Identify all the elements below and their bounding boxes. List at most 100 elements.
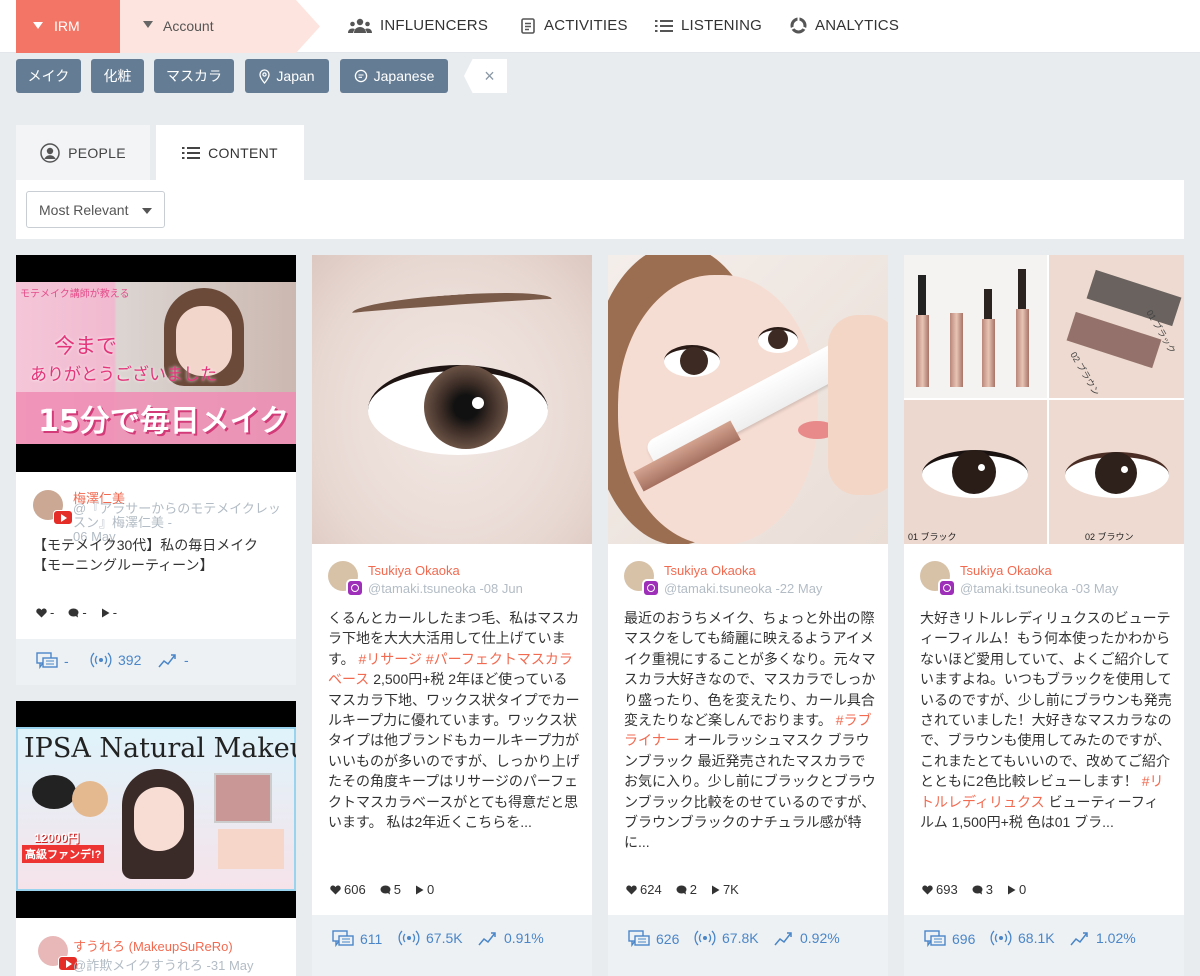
content-toolbar: [16, 180, 1184, 239]
comments-stat: 2: [676, 882, 697, 897]
likes-stat: -: [36, 605, 54, 620]
comment-icon: [972, 885, 983, 894]
play-icon: [101, 608, 110, 617]
eye-photo-brown: 02 ブラウン: [1049, 400, 1184, 544]
tab-label: PEOPLE: [68, 144, 126, 161]
close-icon: ×: [484, 66, 495, 86]
thumbnail-text: 高級ファンデ!?: [22, 845, 105, 863]
thumbnail-text: 今まで: [54, 334, 117, 358]
account-menu-button[interactable]: Account: [120, 0, 320, 53]
trend-icon: [158, 654, 176, 668]
clear-filters-button[interactable]: ×: [464, 59, 507, 93]
post-stats: 606 5 0: [330, 882, 434, 897]
image-label: 01 ブラック: [908, 532, 957, 542]
reach-metric: 392: [90, 652, 141, 668]
author-name[interactable]: すうれろ (MakeupSuReRo): [73, 936, 233, 955]
content-card[interactable]: 01 ブラック 02 ブラウン 01 ブラック 02 ブラウン Tsukiya …: [904, 255, 1184, 976]
play-icon: [415, 885, 424, 894]
nav-label: INFLUENCERS: [380, 17, 489, 34]
tag-label: Japan: [276, 68, 315, 84]
broadcast-icon: [90, 652, 112, 668]
thumbnail-text: 12000円: [34, 831, 80, 845]
comments-stat: 3: [972, 882, 993, 897]
post-image[interactable]: [312, 255, 592, 544]
swatch-label: 02 ブラウン: [1068, 350, 1102, 398]
post-stats: 693 3 0: [922, 882, 1026, 897]
mascara-tube-shape: [982, 319, 995, 387]
card-footer-metrics: 696 68.1K 1.02%: [904, 915, 1184, 976]
nav-influencers[interactable]: INFLUENCERS: [348, 17, 488, 34]
filter-tag-language[interactable]: Japanese: [340, 59, 448, 93]
location-pin-icon: [259, 68, 271, 84]
broadcast-icon: [398, 930, 420, 946]
mascara-wand-shape: [984, 289, 992, 319]
post-image[interactable]: 01 ブラック 02 ブラウン 01 ブラック 02 ブラウン: [904, 255, 1184, 544]
sort-dropdown[interactable]: Most Relevant: [26, 191, 165, 228]
reach-metric: 67.8K: [694, 930, 759, 946]
avatar[interactable]: [33, 490, 73, 525]
card-footer-metrics: 626 67.8K 0.92%: [608, 915, 888, 976]
author-name[interactable]: Tsukiya Okaoka: [368, 563, 460, 578]
hand-shape: [828, 315, 888, 495]
broadcast-icon: [990, 930, 1012, 946]
nav-label: ANALYTICS: [815, 17, 900, 34]
play-icon: [1007, 885, 1016, 894]
author-handle: @tamaki.tsuneoka -03 May: [960, 581, 1119, 596]
avatar[interactable]: [920, 561, 956, 597]
speech-bubble-icon: [354, 69, 367, 83]
avatar[interactable]: [328, 561, 364, 597]
content-card[interactable]: Tsukiya Okaoka @tamaki.tsuneoka -22 May …: [608, 255, 888, 976]
filter-tag-cosmetics[interactable]: 化粧: [91, 59, 144, 93]
mascara-tube-shape: [1016, 309, 1029, 387]
rate-metric: 0.92%: [774, 930, 840, 946]
nav-activities[interactable]: ACTIVITIES: [520, 17, 628, 34]
tab-label: CONTENT: [208, 144, 278, 161]
comments-stat: 5: [380, 882, 401, 897]
card-footer-metrics: 611 67.5K 0.91%: [312, 915, 592, 976]
nav-analytics[interactable]: ANALYTICS: [790, 17, 899, 34]
caret-down-icon: [33, 22, 43, 29]
list-icon: [182, 146, 201, 159]
iris-shape: [768, 329, 788, 349]
eye-highlight: [978, 464, 985, 471]
comment-icon: [380, 885, 391, 894]
caret-down-icon: [142, 208, 152, 214]
heart-icon: [626, 885, 637, 894]
eyeshadow-palette-shape: [214, 773, 272, 823]
post-text: くるんとカールしたまつ毛、私はマスカラ下地を大大大活用して仕上げています。 #リ…: [328, 610, 580, 831]
content-card[interactable]: モテメイク講師が教える 今まで ありがとうございました 15分で毎日メイク 梅澤…: [16, 255, 296, 685]
irm-label: IRM: [54, 18, 80, 34]
mascara-wand-shape: [918, 275, 926, 315]
tab-people[interactable]: PEOPLE: [16, 125, 150, 180]
post-stats: 624 2 7K: [626, 882, 739, 897]
broadcast-icon: [694, 930, 716, 946]
video-thumbnail[interactable]: モテメイク講師が教える 今まで ありがとうございました 15分で毎日メイク: [16, 255, 296, 472]
comments-stat: -: [68, 605, 87, 620]
content-card[interactable]: IPSA Natural Makeup 12000円 高級ファンデ!? すうれろ…: [16, 701, 296, 976]
video-thumbnail[interactable]: IPSA Natural Makeup 12000円 高級ファンデ!?: [16, 701, 296, 918]
author-name[interactable]: Tsukiya Okaoka: [664, 563, 756, 578]
palette-shape: [218, 829, 284, 869]
account-label: Account: [163, 18, 214, 34]
nav-listening[interactable]: LISTENING: [655, 17, 762, 34]
iris-shape: [952, 450, 996, 494]
eye-highlight: [1121, 466, 1128, 473]
tag-label: Japanese: [373, 68, 435, 84]
irm-menu-button[interactable]: IRM: [16, 0, 120, 53]
avatar[interactable]: [624, 561, 660, 597]
top-nav-bar: IRM Account INFLUENCERS ACTIVITIES LISTE…: [0, 0, 1200, 53]
play-icon: [711, 885, 720, 894]
filter-tag-mascara[interactable]: マスカラ: [154, 59, 234, 93]
sort-selected-label: Most Relevant: [39, 202, 129, 218]
filter-tag-makeup[interactable]: メイク: [16, 59, 81, 93]
post-image[interactable]: [608, 255, 888, 544]
avatar[interactable]: [38, 936, 78, 971]
trend-icon: [1070, 932, 1088, 946]
comment-icon: [676, 885, 687, 894]
post-stats: - - -: [36, 605, 117, 620]
engagement-metric: -: [36, 652, 69, 670]
author-name[interactable]: Tsukiya Okaoka: [960, 563, 1052, 578]
tab-content[interactable]: CONTENT: [156, 125, 304, 180]
filter-tag-location[interactable]: Japan: [245, 59, 329, 93]
content-card[interactable]: Tsukiya Okaoka @tamaki.tsuneoka -08 Jun …: [312, 255, 592, 976]
